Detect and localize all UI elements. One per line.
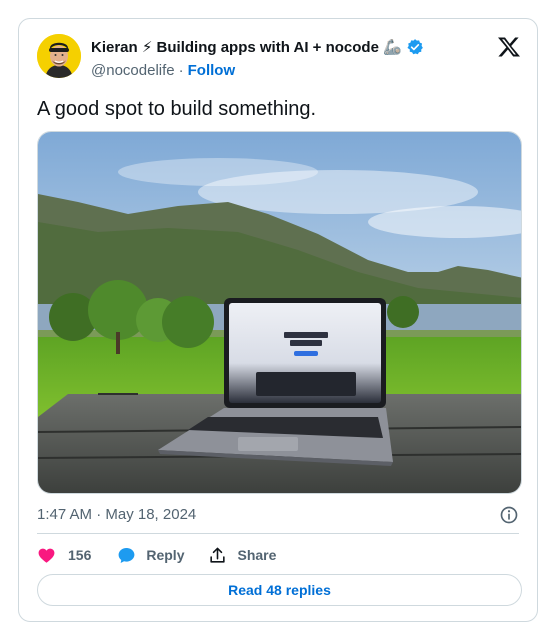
follow-button[interactable]: Follow bbox=[188, 62, 236, 79]
verified-badge-icon bbox=[407, 39, 423, 55]
share-icon bbox=[210, 547, 226, 563]
like-button[interactable]: 156 bbox=[37, 546, 91, 565]
reply-bubble-icon bbox=[118, 547, 135, 563]
author-handle[interactable]: @nocodelife bbox=[91, 62, 175, 79]
tweet-text: A good spot to build something. bbox=[37, 98, 317, 120]
action-bar: 156 Reply Share bbox=[37, 545, 276, 565]
heart-icon bbox=[38, 548, 55, 563]
reply-button[interactable]: Reply bbox=[117, 546, 184, 565]
share-label: Share bbox=[237, 547, 277, 563]
read-replies-button[interactable]: Read 48 replies bbox=[37, 574, 522, 606]
avatar[interactable] bbox=[37, 34, 81, 78]
reply-label: Reply bbox=[146, 547, 185, 563]
author-display-name[interactable]: Kieran ⚡ Building apps with AI + nocode … bbox=[91, 38, 402, 56]
photo-laptop-loch bbox=[38, 132, 521, 493]
share-button[interactable]: Share bbox=[208, 546, 276, 565]
separator-dot: · bbox=[178, 62, 184, 79]
author-handle-row: @nocodelife · Follow bbox=[91, 62, 235, 79]
like-count: 156 bbox=[68, 547, 92, 563]
tweet-card: Kieran ⚡ Building apps with AI + nocode … bbox=[18, 18, 538, 622]
avatar-image bbox=[37, 34, 81, 78]
author-name-row[interactable]: Kieran ⚡ Building apps with AI + nocode … bbox=[91, 38, 424, 56]
x-logo-icon[interactable] bbox=[497, 35, 521, 59]
tweet-timestamp[interactable]: 1:47 AM · May 18, 2024 bbox=[37, 506, 196, 523]
info-icon[interactable] bbox=[499, 505, 519, 525]
divider bbox=[37, 533, 519, 534]
tweet-photo[interactable] bbox=[37, 131, 522, 494]
